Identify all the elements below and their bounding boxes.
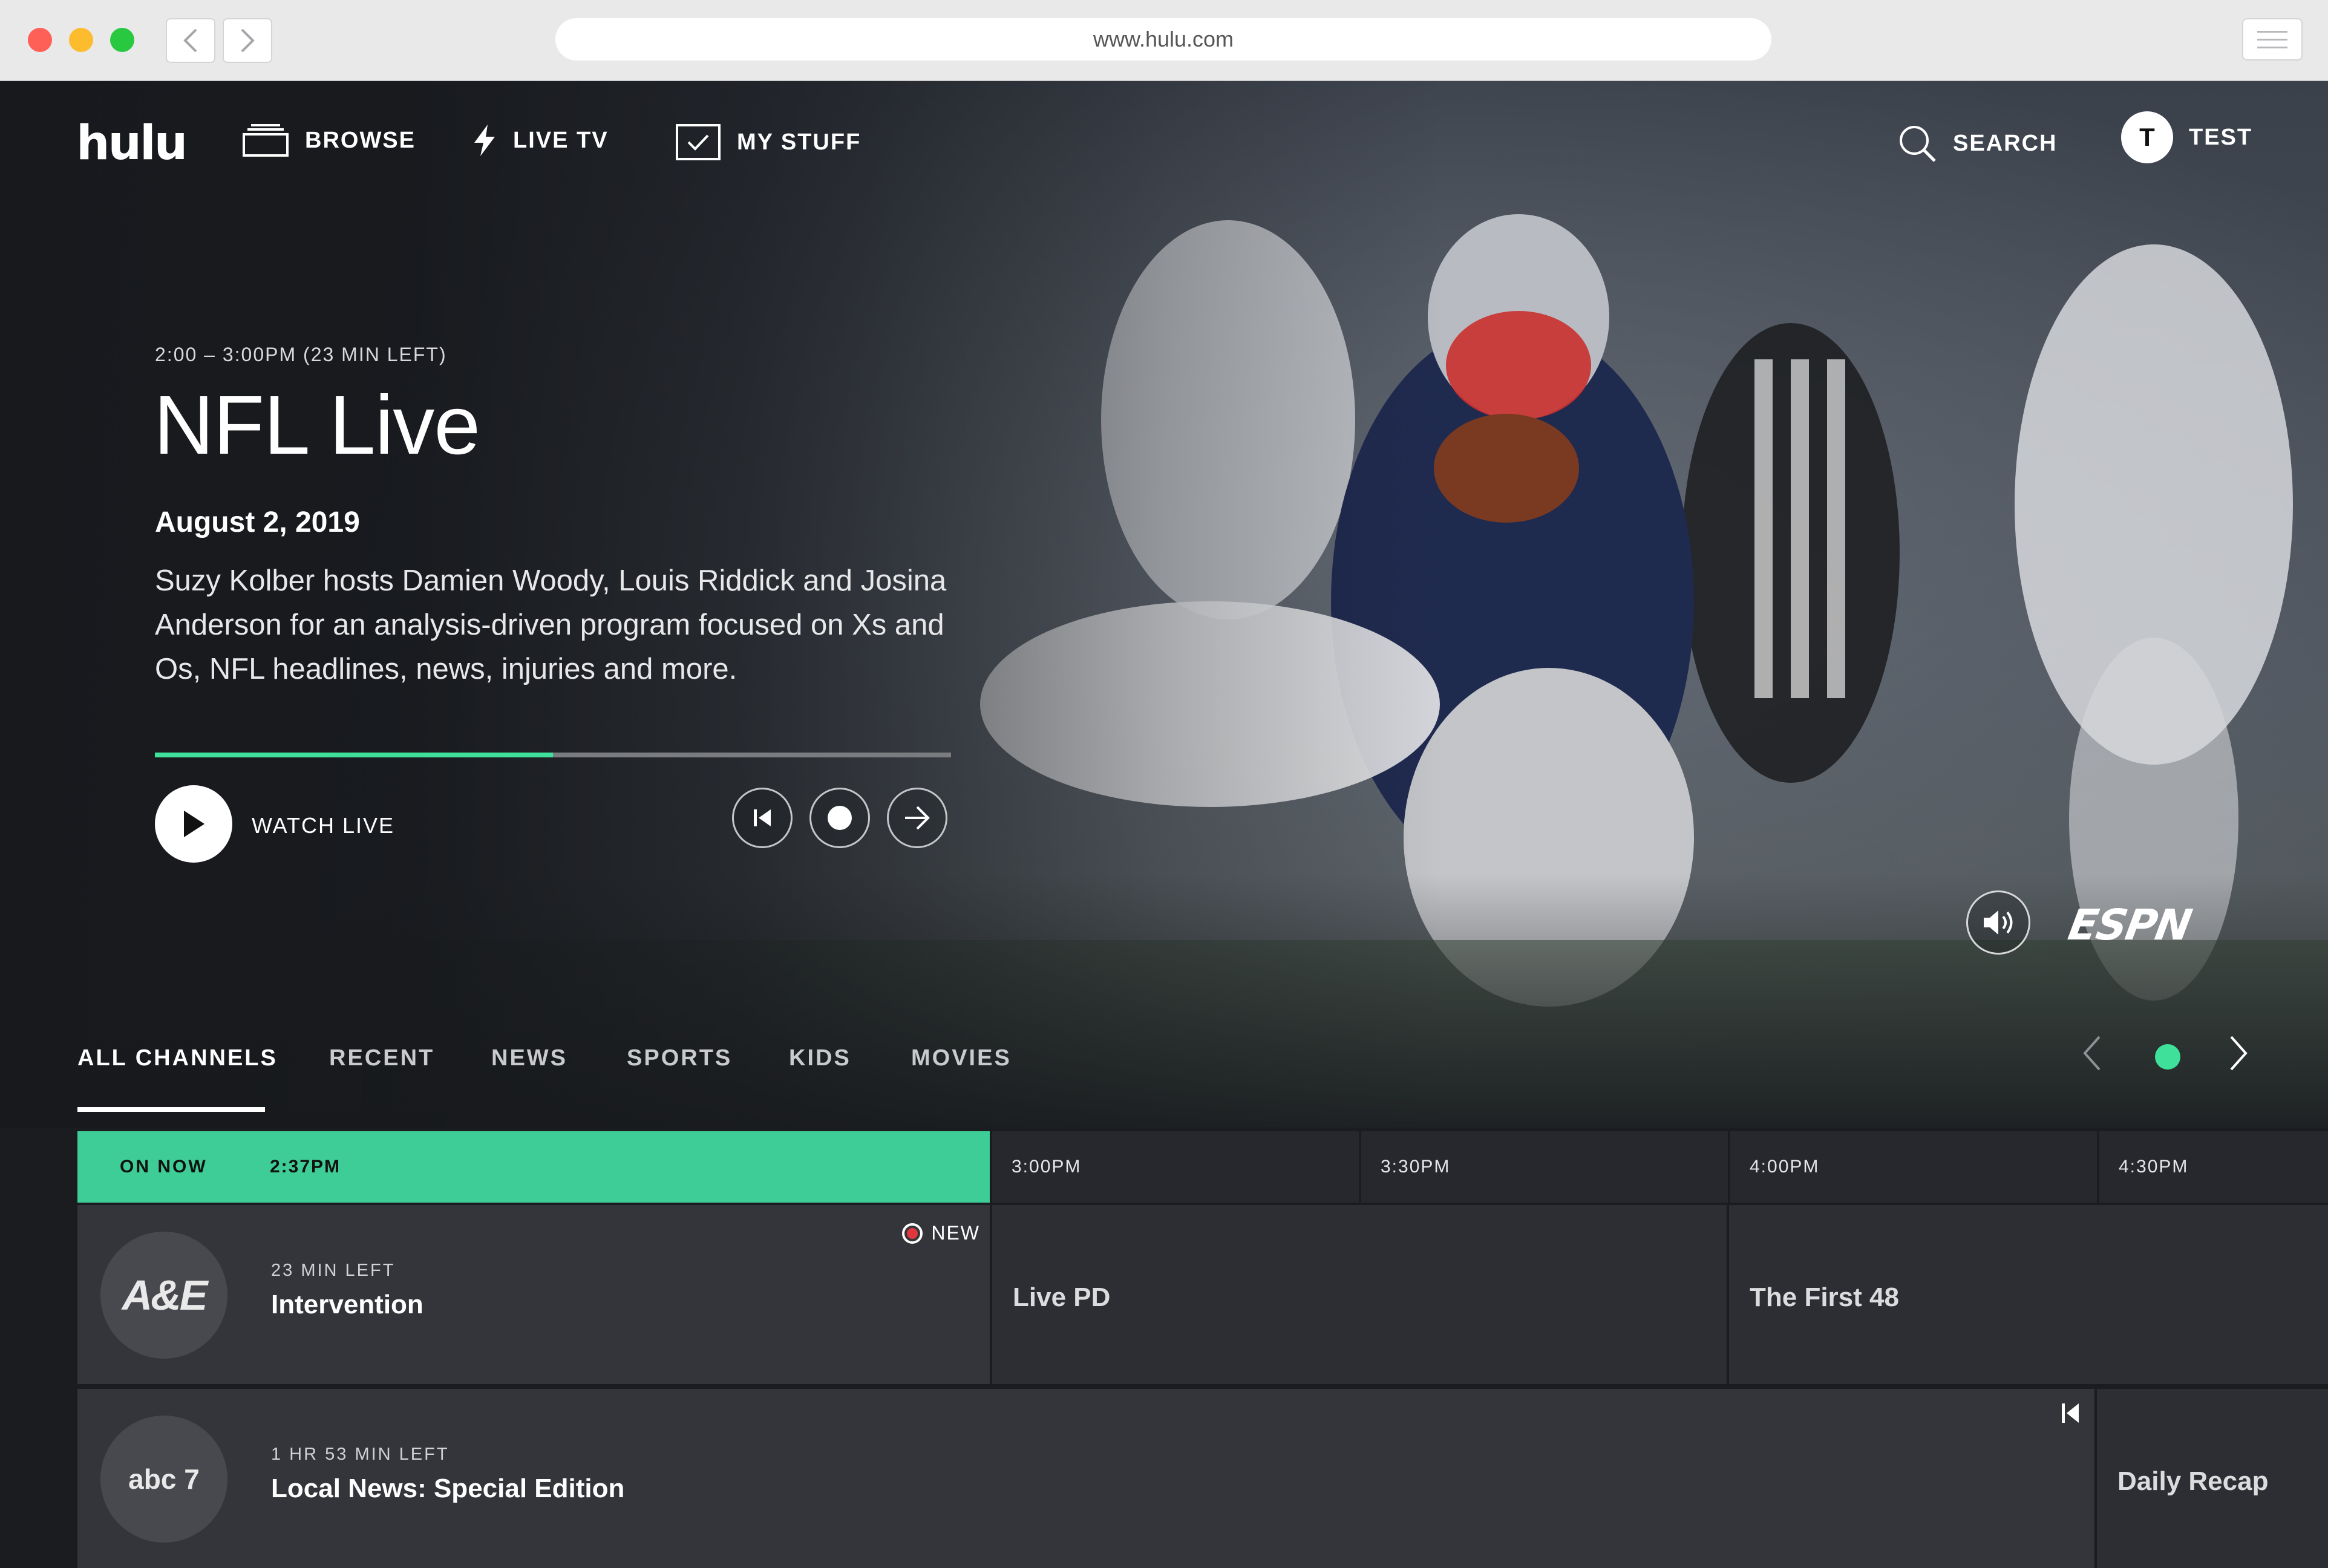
user-profile-menu[interactable]: T TEST [2121, 111, 2252, 163]
avatar: T [2121, 111, 2173, 163]
on-now-label: ON NOW [120, 1157, 208, 1177]
time-slot-header: 4:30PM [2097, 1131, 2328, 1203]
nav-browse[interactable]: BROWSE [242, 123, 416, 157]
browser-forward-button[interactable] [223, 18, 272, 63]
record-icon [828, 806, 852, 830]
live-guide: ON NOW 2:37PM 3:00PM 3:30PM 4:00PM 4:30P… [0, 1128, 2328, 1568]
time-left: 23 MIN LEFT [271, 1261, 396, 1280]
active-tab-indicator [77, 1107, 265, 1112]
record-icon [902, 1223, 923, 1244]
nav-my-stuff[interactable]: MY STUFF [675, 123, 861, 161]
start-over-icon[interactable] [2058, 1401, 2082, 1425]
time-slot-header: 4:00PM [1728, 1131, 2099, 1203]
bolt-icon [474, 125, 495, 156]
current-time: 2:37PM [270, 1157, 341, 1177]
tab-recent[interactable]: RECENT [329, 1045, 434, 1071]
time-slot-header: 3:00PM [990, 1131, 1361, 1203]
volume-icon [1984, 910, 2013, 935]
program-timeslot: 2:00 – 3:00PM (23 MIN LEFT) [155, 344, 447, 365]
program-progress-fill [155, 753, 553, 757]
time-slot-label: 3:00PM [1012, 1157, 1082, 1177]
channel-logo-abc7[interactable]: abc 7 [100, 1416, 227, 1543]
user-name: TEST [2189, 124, 2253, 150]
record-button[interactable] [809, 788, 870, 848]
program-title: NFL Live [154, 379, 480, 472]
current-program-cell[interactable]: abc 7 1 HR 53 MIN LEFT Local News: Speci… [77, 1389, 2094, 1568]
tab-kids[interactable]: KIDS [789, 1045, 851, 1071]
carousel-next-button[interactable] [2229, 1034, 2249, 1081]
program-title: The First 48 [1750, 1282, 1899, 1312]
nav-search-label: SEARCH [1953, 130, 2058, 156]
nav-browse-label: BROWSE [305, 127, 416, 153]
tab-all-channels[interactable]: ALL CHANNELS [77, 1045, 278, 1071]
program-description: Suzy Kolber hosts Damien Woody, Louis Ri… [155, 564, 947, 685]
nav-live-tv[interactable]: LIVE TV [472, 123, 609, 157]
time-slot-label: 3:30PM [1381, 1157, 1451, 1177]
nav-search[interactable]: SEARCH [1897, 123, 2057, 163]
time-slot-label: 4:30PM [2119, 1157, 2189, 1177]
hero: hulu BROWSE LIVE TV MY STUFF SEARCH T TE… [0, 81, 2328, 1128]
chevron-left-icon [2083, 1036, 2101, 1071]
address-bar[interactable]: www.hulu.com [555, 18, 1771, 60]
minimize-window-button[interactable] [69, 28, 93, 52]
checkbox-icon [676, 124, 721, 160]
play-icon [184, 811, 204, 837]
carousel-page-indicator[interactable] [2155, 1044, 2180, 1070]
browser-menu-button[interactable] [2242, 18, 2303, 60]
volume-button[interactable] [1966, 890, 2030, 955]
tab-news[interactable]: NEWS [491, 1045, 567, 1071]
watch-live-label[interactable]: WATCH LIVE [252, 813, 394, 838]
chevron-right-icon [241, 28, 255, 53]
browse-icon [243, 124, 289, 157]
guide-on-now-header: ON NOW 2:37PM [77, 1131, 990, 1203]
current-program-cell[interactable]: A&E 23 MIN LEFT Intervention NEW [77, 1205, 990, 1384]
watch-live-button[interactable] [155, 785, 232, 863]
browser-chrome: www.hulu.com [0, 0, 2328, 81]
nav-live-tv-label: LIVE TV [513, 127, 609, 153]
channel-row-ae: A&E 23 MIN LEFT Intervention NEW Live PD… [77, 1205, 2328, 1384]
tab-movies[interactable]: MOVIES [911, 1045, 1012, 1071]
program-cell[interactable]: Live PD [992, 1205, 1727, 1384]
time-left: 1 HR 53 MIN LEFT [271, 1445, 450, 1464]
new-badge: NEW [902, 1222, 980, 1244]
details-button[interactable] [887, 788, 947, 848]
hulu-logo[interactable]: hulu [76, 116, 188, 171]
program-title: Local News: Special Edition [271, 1474, 625, 1503]
program-title: Daily Recap [2117, 1466, 2269, 1496]
start-over-icon [754, 809, 771, 826]
chevron-left-icon [183, 28, 197, 53]
program-title: Intervention [271, 1290, 423, 1319]
program-title: Live PD [1013, 1282, 1111, 1312]
start-over-button[interactable] [732, 788, 793, 848]
program-date: August 2, 2019 [155, 506, 360, 538]
arrow-right-icon [905, 806, 930, 830]
search-icon [1900, 126, 1936, 162]
carousel-prev-button[interactable] [2081, 1034, 2102, 1081]
channel-logo-ae[interactable]: A&E [100, 1232, 227, 1359]
close-window-button[interactable] [28, 28, 52, 52]
channel-row-abc7: abc 7 1 HR 53 MIN LEFT Local News: Speci… [77, 1389, 2328, 1568]
program-cell[interactable]: Daily Recap [2097, 1389, 2328, 1568]
program-progress-bar[interactable] [155, 753, 951, 757]
new-badge-label: NEW [931, 1222, 980, 1244]
network-logo-espn: ESPN [2064, 900, 2195, 950]
browser-back-button[interactable] [166, 18, 215, 63]
maximize-window-button[interactable] [110, 28, 134, 52]
tab-sports[interactable]: SPORTS [627, 1045, 732, 1071]
chevron-right-icon [2230, 1036, 2248, 1071]
program-cell[interactable]: The First 48 [1729, 1205, 2328, 1384]
time-slot-label: 4:00PM [1750, 1157, 1820, 1177]
time-slot-header: 3:30PM [1359, 1131, 1730, 1203]
nav-my-stuff-label: MY STUFF [737, 129, 862, 155]
